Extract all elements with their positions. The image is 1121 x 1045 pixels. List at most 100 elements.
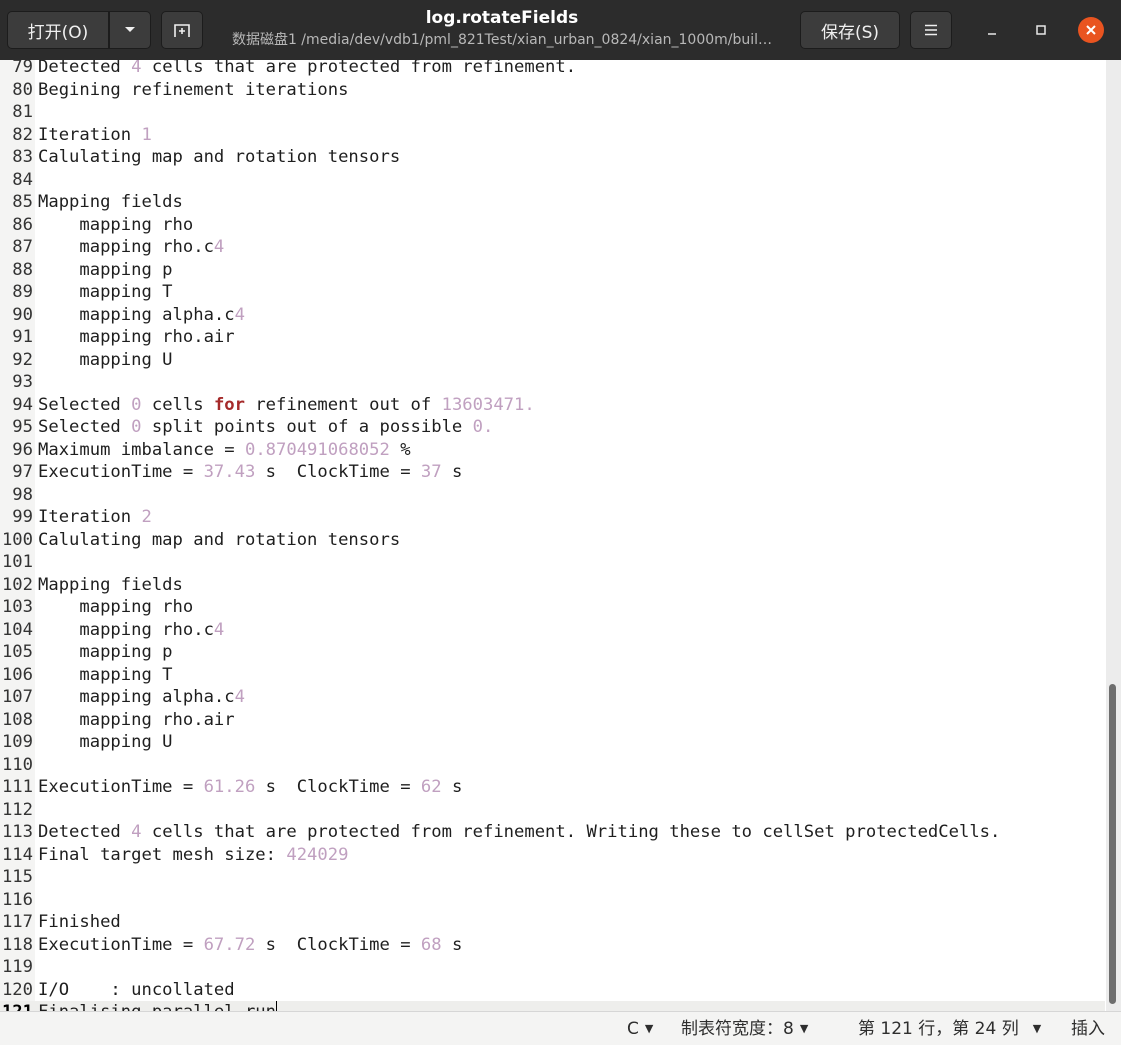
line-text[interactable]: mapping rho.air: [38, 709, 234, 732]
line-text[interactable]: mapping alpha.c4: [38, 686, 245, 709]
line-text[interactable]: Calulating map and rotation tensors: [38, 529, 400, 552]
editor-line[interactable]: 106 mapping T: [0, 664, 1105, 687]
editor-line[interactable]: 96 Maximum imbalance = 0.870491068052 %: [0, 439, 1105, 462]
line-text[interactable]: mapping alpha.c4: [38, 304, 245, 327]
editor-line[interactable]: 103 mapping rho: [0, 596, 1105, 619]
line-text[interactable]: mapping T: [38, 664, 172, 687]
editor-line[interactable]: 81: [0, 101, 1105, 124]
cursor-position-label: 第 121 行，第 24 列: [858, 1019, 1019, 1039]
line-number: 87: [12, 237, 33, 257]
line-text[interactable]: Mapping fields: [38, 191, 183, 214]
editor-line[interactable]: 108 mapping rho.air: [0, 709, 1105, 732]
line-number: 97: [12, 462, 33, 482]
line-text[interactable]: Finalising parallel run: [38, 1001, 277, 1011]
editor-line[interactable]: 91 mapping rho.air: [0, 326, 1105, 349]
open-menu-button[interactable]: [109, 11, 151, 49]
line-text[interactable]: mapping U: [38, 731, 172, 754]
line-number: 81: [12, 102, 33, 122]
editor-line[interactable]: 101: [0, 551, 1105, 574]
line-text[interactable]: Mapping fields: [38, 574, 183, 597]
line-text[interactable]: Iteration 2: [38, 506, 152, 529]
new-document-button[interactable]: [161, 11, 203, 49]
editor-line[interactable]: 88 mapping p: [0, 259, 1105, 282]
line-text[interactable]: ExecutionTime = 61.26 s ClockTime = 62 s: [38, 776, 462, 799]
editor-line[interactable]: 98: [0, 484, 1105, 507]
tab-width-selector[interactable]: 制表符宽度：8 ▼: [681, 1017, 808, 1041]
editor-line[interactable]: 102 Mapping fields: [0, 574, 1105, 597]
scrollbar-thumb[interactable]: [1109, 684, 1116, 1004]
line-text[interactable]: Selected 0 split points out of a possibl…: [38, 416, 493, 439]
line-text[interactable]: Detected 4 cells that are protected from…: [38, 60, 576, 79]
editor-line[interactable]: 120 I/O : uncollated: [0, 979, 1105, 1002]
editor-line[interactable]: 113 Detected 4 cells that are protected f…: [0, 821, 1105, 844]
keyword-token: for: [213, 394, 245, 415]
editor-line[interactable]: 87 mapping rho.c4: [0, 236, 1105, 259]
editor-line[interactable]: 79 Detected 4 cells that are protected fr…: [0, 60, 1105, 79]
editor-line[interactable]: 112: [0, 799, 1105, 822]
hamburger-menu-button[interactable]: [910, 11, 952, 49]
cursor-position-selector[interactable]: 第 121 行，第 24 列 ▼: [858, 1017, 1041, 1041]
line-text[interactable]: Begining refinement iterations: [38, 79, 348, 102]
editor-line[interactable]: 82 Iteration 1: [0, 124, 1105, 147]
editor-line[interactable]: 85 Mapping fields: [0, 191, 1105, 214]
editor-line[interactable]: 116: [0, 889, 1105, 912]
editor-line[interactable]: 80 Begining refinement iterations: [0, 79, 1105, 102]
editor-line[interactable]: 97 ExecutionTime = 37.43 s ClockTime = 37…: [0, 461, 1105, 484]
line-text[interactable]: I/O : uncollated: [38, 979, 235, 1002]
open-button[interactable]: 打开(O): [7, 11, 109, 49]
line-text[interactable]: mapping rho.air: [38, 326, 234, 349]
editor-line[interactable]: 100 Calulating map and rotation tensors: [0, 529, 1105, 552]
editor-line[interactable]: 95 Selected 0 split points out of a possi…: [0, 416, 1105, 439]
line-text[interactable]: Calulating map and rotation tensors: [38, 146, 400, 169]
editor-line[interactable]: 119: [0, 956, 1105, 979]
line-text[interactable]: Final target mesh size: 424029: [38, 844, 348, 867]
insert-mode-indicator[interactable]: 插入: [1071, 1017, 1105, 1041]
line-text[interactable]: mapping rho: [38, 596, 193, 619]
line-text[interactable]: Iteration 1: [38, 124, 152, 147]
save-button[interactable]: 保存(S): [800, 11, 900, 49]
line-text[interactable]: mapping T: [38, 281, 172, 304]
editor-line[interactable]: 90 mapping alpha.c4: [0, 304, 1105, 327]
editor-line[interactable]: 107 mapping alpha.c4: [0, 686, 1105, 709]
language-selector[interactable]: C ▼: [627, 1017, 653, 1041]
editor-line[interactable]: 104 mapping rho.c4: [0, 619, 1105, 642]
editor-line[interactable]: 118 ExecutionTime = 67.72 s ClockTime = 6…: [0, 934, 1105, 957]
editor-line[interactable]: 109 mapping U: [0, 731, 1105, 754]
line-text[interactable]: mapping rho.c4: [38, 236, 224, 259]
line-text[interactable]: mapping p: [38, 641, 172, 664]
line-number: 118: [1, 934, 33, 955]
line-text[interactable]: mapping rho: [38, 214, 193, 237]
line-text[interactable]: Finished: [38, 911, 121, 934]
text-editor[interactable]: 79 Detected 4 cells that are protected fr…: [0, 60, 1121, 1011]
line-text[interactable]: Detected 4 cells that are protected from…: [38, 821, 1000, 844]
line-text[interactable]: ExecutionTime = 67.72 s ClockTime = 68 s: [38, 934, 462, 957]
editor-line[interactable]: 110: [0, 754, 1105, 777]
editor-line[interactable]: 117 Finished: [0, 911, 1105, 934]
line-text[interactable]: mapping rho.c4: [38, 619, 224, 642]
line-text[interactable]: Maximum imbalance = 0.870491068052 %: [38, 439, 411, 462]
editor-line[interactable]: 99 Iteration 2: [0, 506, 1105, 529]
editor-line[interactable]: 114 Final target mesh size: 424029: [0, 844, 1105, 867]
editor-line[interactable]: 86 mapping rho: [0, 214, 1105, 237]
maximize-button[interactable]: [1028, 17, 1054, 43]
line-text[interactable]: Selected 0 cells for refinement out of 1…: [38, 394, 535, 417]
close-button[interactable]: [1078, 17, 1104, 43]
editor-line[interactable]: 121 Finalising parallel run: [0, 1001, 1105, 1011]
editor-line[interactable]: 84: [0, 169, 1105, 192]
minimize-icon: [988, 33, 996, 35]
editor-line[interactable]: 89 mapping T: [0, 281, 1105, 304]
line-number: 120: [1, 979, 33, 1000]
line-text[interactable]: mapping p: [38, 259, 172, 282]
editor-line[interactable]: 111 ExecutionTime = 61.26 s ClockTime = 6…: [0, 776, 1105, 799]
editor-line[interactable]: 93: [0, 371, 1105, 394]
minimize-button[interactable]: [979, 17, 1005, 43]
line-text[interactable]: mapping U: [38, 349, 172, 372]
open-button-label: 打开(O): [27, 22, 89, 43]
editor-line[interactable]: 115: [0, 866, 1105, 889]
editor-line[interactable]: 83 Calulating map and rotation tensors: [0, 146, 1105, 169]
editor-line[interactable]: 105 mapping p: [0, 641, 1105, 664]
number-token: 4: [234, 304, 245, 325]
line-text[interactable]: ExecutionTime = 37.43 s ClockTime = 37 s: [38, 461, 462, 484]
editor-line[interactable]: 92 mapping U: [0, 349, 1105, 372]
editor-line[interactable]: 94 Selected 0 cells for refinement out of…: [0, 394, 1105, 417]
